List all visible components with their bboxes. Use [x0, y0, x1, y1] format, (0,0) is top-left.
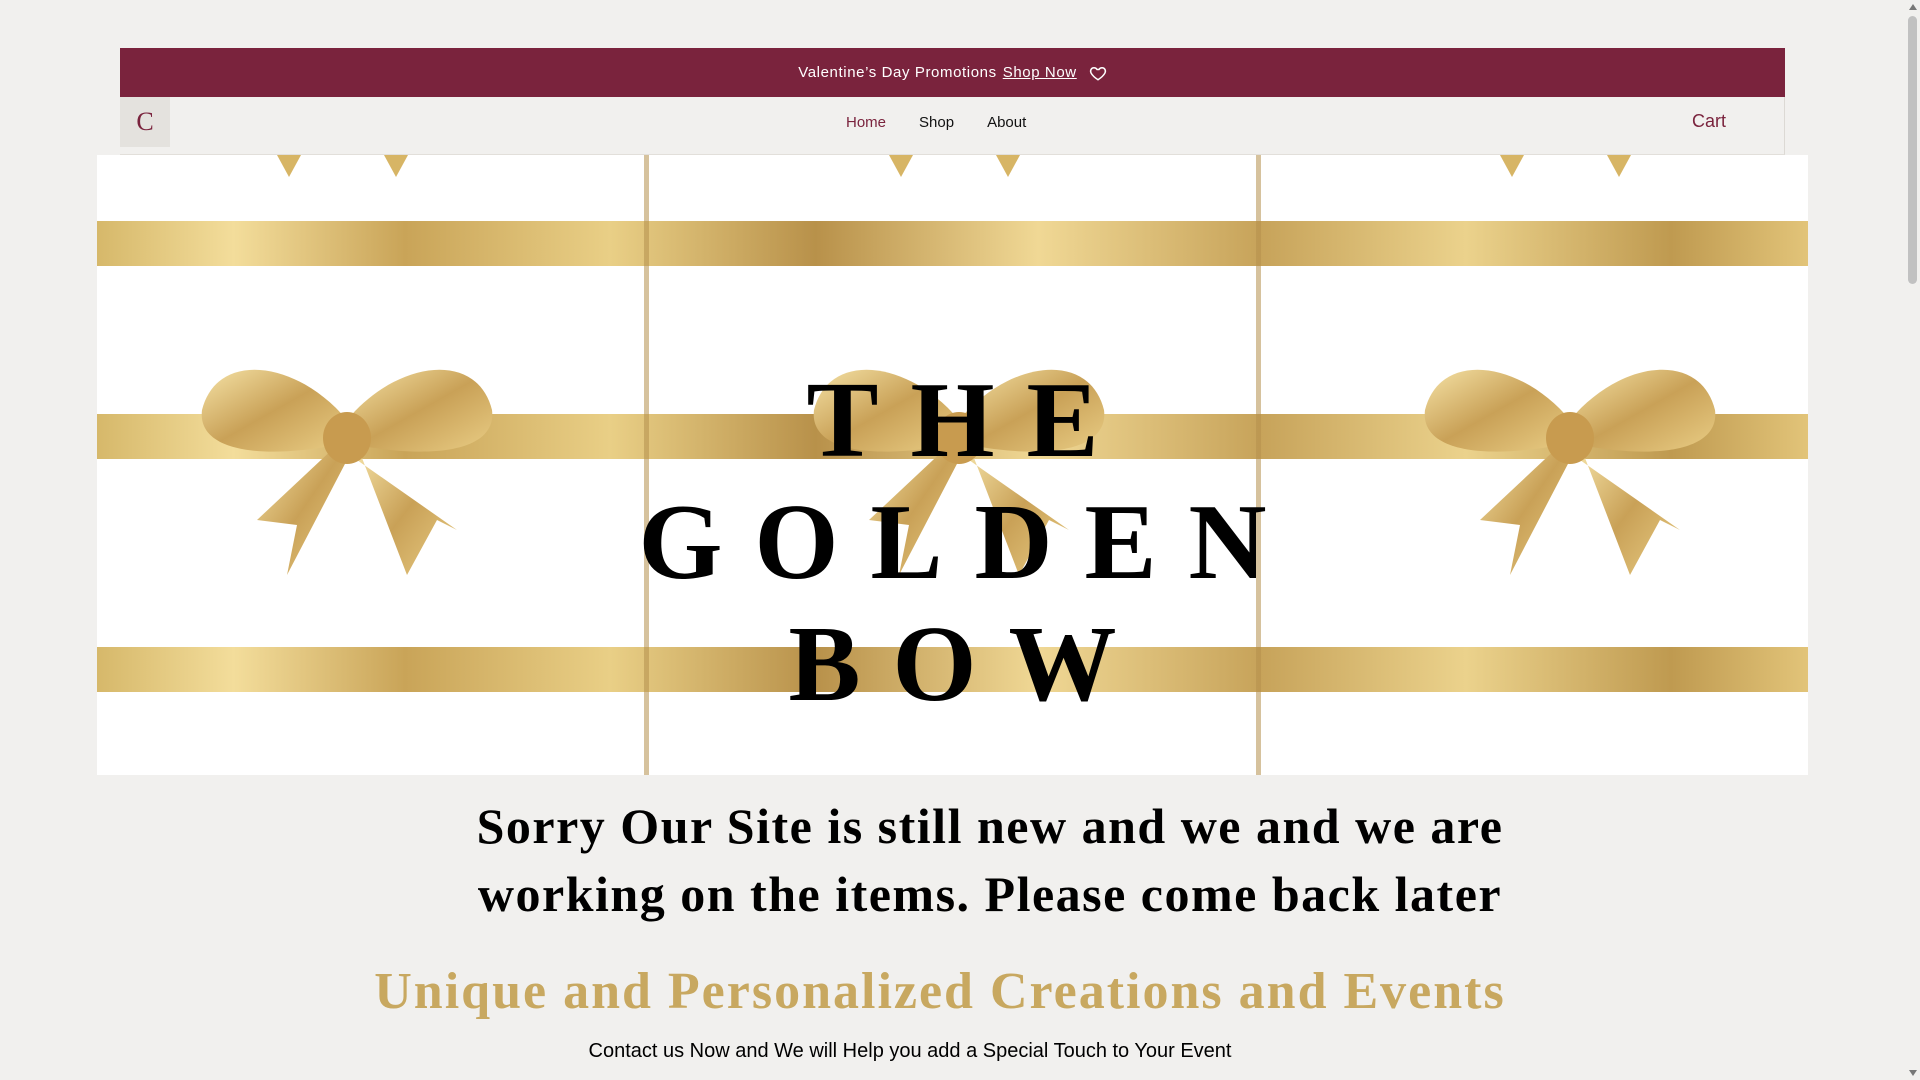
hero-banner: THE GOLDEN BOW: [97, 155, 1808, 775]
tagline-heading: Unique and Personalized Creations and Ev…: [374, 963, 1506, 1020]
scroll-thumb[interactable]: [1908, 16, 1917, 284]
promo-text: Valentine’s Day Promotions: [798, 64, 997, 81]
promo-bar: Valentine’s Day Promotions Shop Now: [120, 48, 1785, 97]
ribbon-tail-decoration: [384, 155, 408, 177]
nav-home[interactable]: Home: [846, 114, 886, 131]
main-nav: Home Shop About: [846, 97, 1059, 147]
ribbon-tail-decoration: [996, 155, 1020, 177]
hero-title: THE GOLDEN BOW: [97, 360, 1808, 726]
ribbon-tail-decoration: [1500, 155, 1524, 177]
notice-line: working on the items. Please come back l…: [477, 866, 1503, 922]
site-header: C Home Shop About Cart: [120, 97, 1785, 155]
ribbon-tail-decoration: [1607, 155, 1631, 177]
scroll-up-icon[interactable]: [1909, 4, 1917, 10]
heart-icon[interactable]: [1089, 64, 1107, 82]
contact-text: Contact us Now and We will Help you add …: [588, 1040, 1232, 1062]
notice-heading: Sorry Our Site is still new and we and w…: [390, 792, 1590, 928]
site-logo[interactable]: C: [120, 97, 170, 147]
hero-title-line: GOLDEN: [638, 483, 1299, 602]
ribbon-tail-decoration: [889, 155, 913, 177]
ribbon-tail-decoration: [277, 155, 301, 177]
hero-title-line: THE: [806, 361, 1131, 480]
page: Valentine’s Day Promotions Shop Now C Ho…: [0, 0, 1905, 1080]
scroll-down-icon[interactable]: [1909, 1070, 1917, 1076]
gold-ribbon-top: [97, 221, 1808, 266]
notice-line: Sorry Our Site is still new and we and w…: [476, 798, 1504, 854]
cart-link[interactable]: Cart: [1692, 111, 1726, 132]
nav-shop[interactable]: Shop: [919, 114, 954, 131]
page-scrollbar[interactable]: [1905, 0, 1920, 1080]
hero-title-line: BOW: [788, 605, 1149, 724]
nav-about[interactable]: About: [987, 114, 1026, 131]
shop-now-link[interactable]: Shop Now: [1003, 64, 1077, 81]
